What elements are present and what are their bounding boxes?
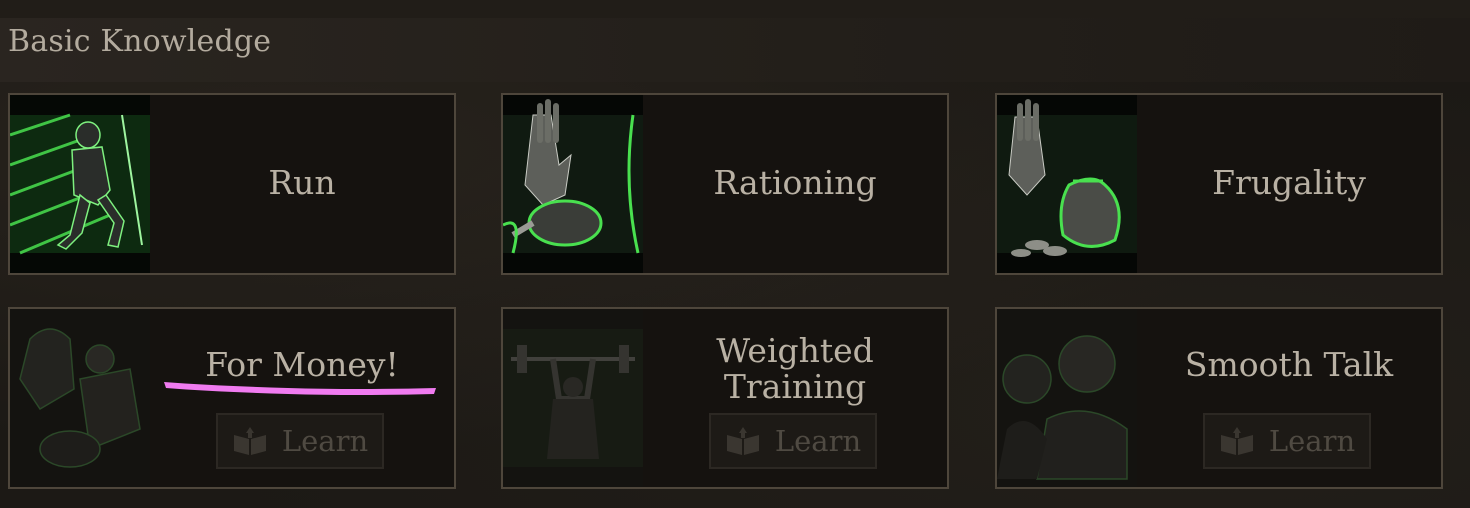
book-icon [233, 427, 266, 455]
rationing-icon [503, 95, 643, 273]
skill-card-smooth-talk[interactable]: Smooth Talk Learn [995, 307, 1443, 489]
skill-name: Smooth Talk [1184, 345, 1394, 384]
book-icon [1220, 427, 1253, 455]
skill-card-rationing[interactable]: Rationing [501, 93, 949, 275]
skill-name-line2: Training [723, 367, 867, 406]
skill-name: Frugality [1212, 163, 1366, 202]
skill-name-line1: Weighted [716, 331, 874, 370]
top-strip [0, 0, 1470, 18]
learn-button[interactable]: Learn [216, 413, 384, 469]
learn-button[interactable]: Learn [709, 413, 877, 469]
book-icon [726, 427, 759, 455]
smooth-talk-icon [997, 309, 1137, 487]
for-money-icon [10, 309, 150, 487]
learn-button[interactable]: Learn [1203, 413, 1371, 469]
skill-card-weighted-training[interactable]: Weighted Training Learn [501, 307, 949, 489]
learn-label: Learn [1268, 424, 1356, 458]
skill-name: For Money! [205, 345, 399, 384]
skill-name: Run [268, 163, 336, 202]
weighted-training-icon [503, 309, 643, 487]
learn-label: Learn [281, 424, 369, 458]
section-title: Basic Knowledge [8, 24, 272, 59]
run-icon [10, 95, 150, 273]
skill-card-for-money[interactable]: For Money! Learn [8, 307, 456, 489]
skill-card-run[interactable]: Run [8, 93, 456, 275]
frugality-icon [997, 95, 1137, 273]
skill-card-frugality[interactable]: Frugality [995, 93, 1443, 275]
skill-name: Rationing [713, 163, 877, 202]
learn-label: Learn [774, 424, 862, 458]
